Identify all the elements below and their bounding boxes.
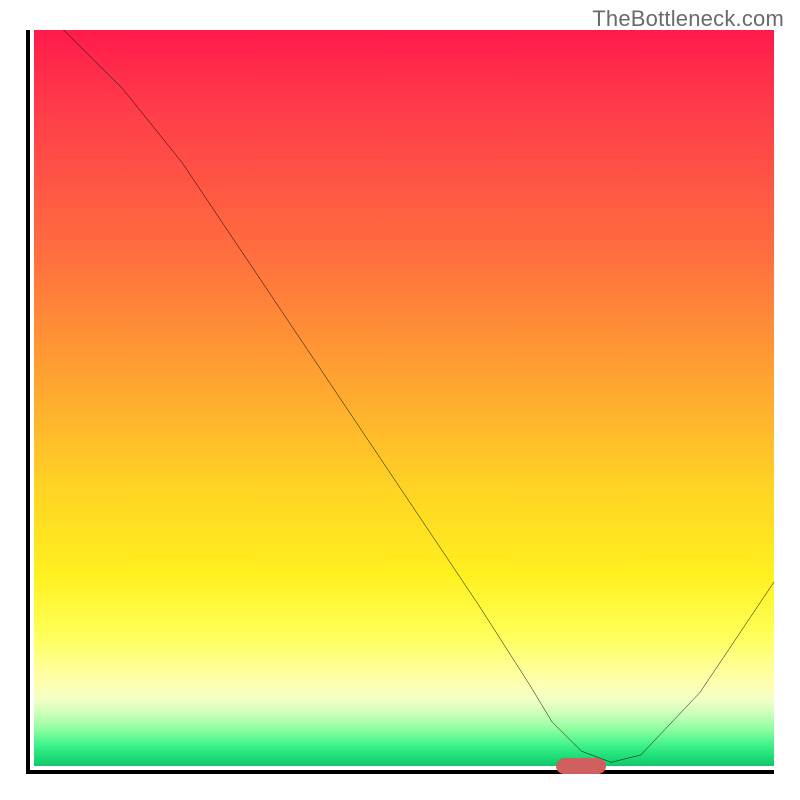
watermark-text: TheBottleneck.com (592, 6, 784, 32)
plot-area (26, 30, 774, 774)
optimal-marker (556, 758, 606, 774)
bottleneck-curve (34, 30, 774, 766)
